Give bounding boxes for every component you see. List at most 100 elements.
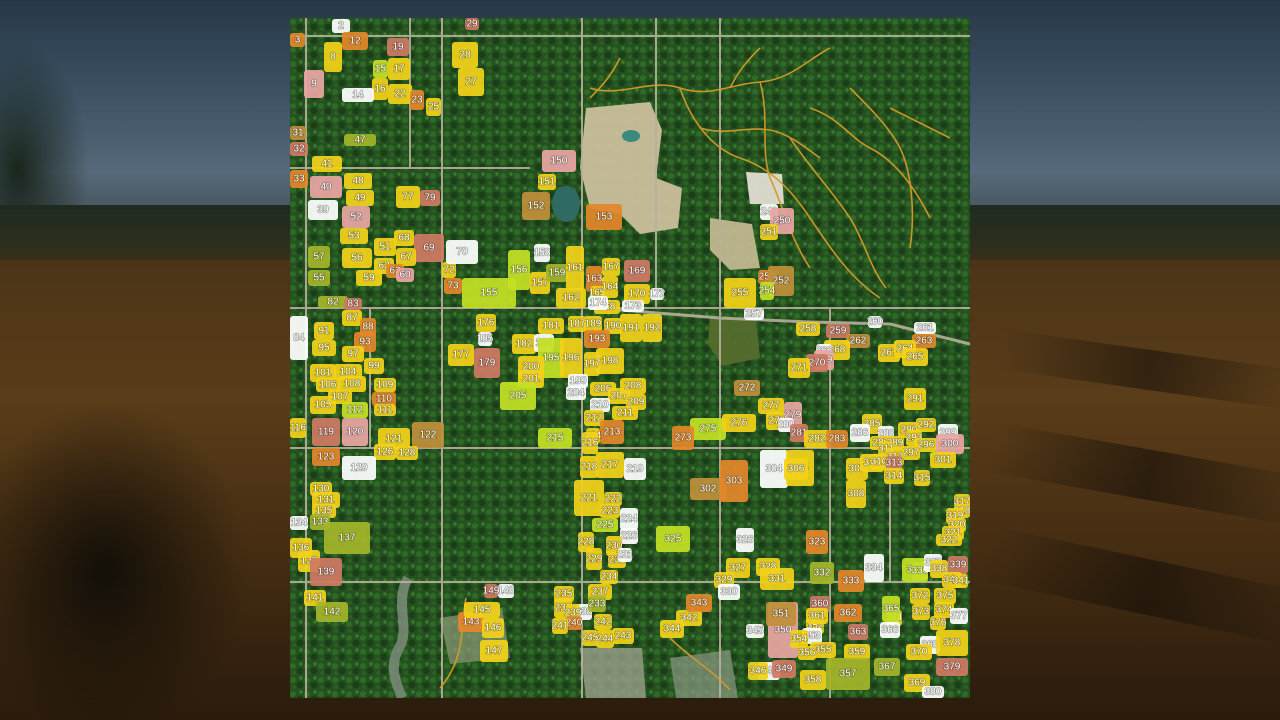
field-parcel[interactable]: 283: [826, 430, 848, 448]
field-parcel[interactable]: 306: [784, 458, 808, 480]
field-parcel[interactable]: 123: [312, 448, 340, 466]
field-parcel[interactable]: 224: [620, 508, 639, 530]
field-parcel[interactable]: 73: [444, 278, 462, 294]
field-parcel[interactable]: 187: [568, 316, 587, 332]
field-parcel[interactable]: 341: [952, 574, 970, 588]
field-parcel[interactable]: 29: [465, 18, 479, 30]
field-parcel[interactable]: 67: [396, 248, 416, 266]
field-parcel[interactable]: 300: [936, 434, 964, 454]
field-parcel[interactable]: 126: [374, 444, 396, 460]
field-parcel[interactable]: 245: [581, 630, 600, 646]
field-parcel[interactable]: 152: [522, 192, 550, 220]
field-parcel[interactable]: 91: [314, 322, 334, 340]
field-parcel[interactable]: 162: [556, 288, 586, 308]
field-parcel[interactable]: 39: [308, 200, 338, 220]
field-parcel[interactable]: 231: [616, 548, 635, 562]
field-parcel[interactable]: 112: [342, 402, 368, 418]
field-parcel[interactable]: 70: [446, 240, 478, 264]
field-parcel[interactable]: 137: [324, 522, 370, 554]
field-parcel[interactable]: 377: [950, 608, 969, 624]
field-parcel[interactable]: 380: [922, 686, 944, 698]
field-parcel[interactable]: 332: [810, 562, 834, 584]
field-parcel[interactable]: 48: [344, 173, 372, 189]
field-parcel[interactable]: 27: [458, 68, 484, 96]
field-parcel[interactable]: 151: [538, 174, 557, 190]
field-parcel[interactable]: 339: [948, 556, 968, 574]
field-parcel[interactable]: 344: [660, 620, 684, 638]
field-parcel[interactable]: 82: [318, 296, 348, 308]
field-parcel[interactable]: 109: [374, 378, 396, 392]
field-parcel[interactable]: 367: [874, 658, 900, 676]
field-parcel[interactable]: 345: [746, 624, 765, 638]
field-parcel[interactable]: 55: [308, 270, 330, 286]
field-parcel[interactable]: 51: [374, 238, 396, 256]
field-parcel[interactable]: 164: [601, 276, 620, 298]
field-parcel[interactable]: 145: [464, 602, 500, 618]
field-parcel[interactable]: 60: [396, 268, 414, 282]
field-parcel[interactable]: 23: [410, 90, 424, 110]
field-parcel[interactable]: 148: [497, 584, 516, 598]
field-parcel[interactable]: 213: [600, 420, 624, 444]
field-parcel[interactable]: 359: [844, 644, 870, 660]
field-parcel[interactable]: 276: [722, 414, 756, 432]
field-parcel[interactable]: 122: [412, 422, 444, 448]
field-parcel[interactable]: 149: [482, 584, 501, 598]
field-parcel[interactable]: 258: [796, 322, 820, 336]
field-parcel[interactable]: 334: [864, 554, 884, 582]
field-parcel[interactable]: 205: [500, 382, 536, 410]
field-parcel[interactable]: 172: [648, 288, 667, 301]
field-parcel[interactable]: 325: [656, 526, 690, 552]
field-parcel[interactable]: 19: [387, 38, 409, 56]
field-parcel[interactable]: 378: [936, 630, 968, 656]
field-parcel[interactable]: 346: [748, 662, 768, 680]
field-parcel[interactable]: 129: [342, 456, 376, 480]
field-parcel[interactable]: 56: [342, 248, 372, 268]
field-parcel[interactable]: 292: [916, 418, 936, 432]
field-parcel[interactable]: 210: [590, 398, 610, 412]
field-parcel[interactable]: 326: [736, 528, 755, 552]
field-parcel[interactable]: 199: [568, 374, 588, 388]
field-parcel[interactable]: 52: [342, 206, 370, 228]
field-parcel[interactable]: 12: [342, 32, 368, 50]
field-parcel[interactable]: 176: [476, 314, 496, 332]
field-parcel[interactable]: 179: [474, 348, 500, 378]
field-parcel[interactable]: 185: [476, 332, 495, 346]
field-parcel[interactable]: 116: [290, 418, 307, 438]
field-parcel[interactable]: 225: [592, 518, 618, 532]
field-parcel[interactable]: 313: [885, 456, 904, 470]
field-parcel[interactable]: 356: [798, 646, 817, 660]
field-parcel[interactable]: 373: [912, 604, 931, 620]
field-parcel[interactable]: 77: [396, 186, 420, 208]
field-parcel[interactable]: 159: [546, 264, 568, 282]
field-parcel[interactable]: 291: [904, 388, 926, 410]
field-parcel[interactable]: 150: [542, 150, 576, 172]
field-parcel[interactable]: 275: [690, 418, 726, 440]
field-parcel[interactable]: 218: [580, 456, 599, 478]
field-parcel[interactable]: 99: [364, 358, 384, 374]
field-parcel[interactable]: 83: [344, 298, 362, 310]
field-parcel[interactable]: 211: [612, 406, 638, 420]
field-parcel[interactable]: 8: [324, 42, 342, 72]
field-parcel[interactable]: 286: [850, 424, 870, 442]
field-parcel[interactable]: 167: [602, 258, 621, 276]
field-parcel[interactable]: 251: [760, 224, 779, 240]
field-parcel[interactable]: 229: [585, 548, 604, 570]
field-parcel[interactable]: 301: [930, 452, 956, 468]
field-parcel[interactable]: 272: [734, 380, 760, 396]
field-parcel[interactable]: 323: [806, 530, 828, 554]
field-parcel[interactable]: 158: [533, 244, 552, 262]
field-parcel[interactable]: 216: [581, 432, 600, 454]
field-parcel[interactable]: 322: [936, 534, 962, 546]
field-parcel[interactable]: 223: [600, 504, 620, 518]
field-parcel[interactable]: 173: [622, 300, 644, 312]
field-parcel[interactable]: 315: [913, 470, 932, 486]
field-parcel[interactable]: 161: [566, 246, 585, 290]
field-parcel[interactable]: 331: [760, 568, 794, 590]
field-parcel[interactable]: 192: [642, 314, 662, 342]
field-parcel[interactable]: 215: [538, 428, 572, 448]
map-canvas[interactable]: 2381219171516 222314925282729313241473340…: [290, 18, 970, 698]
field-parcel[interactable]: 333: [838, 570, 864, 592]
field-parcel[interactable]: 139: [310, 558, 342, 586]
field-parcel[interactable]: 204: [566, 386, 586, 400]
field-parcel[interactable]: 69: [414, 234, 444, 262]
